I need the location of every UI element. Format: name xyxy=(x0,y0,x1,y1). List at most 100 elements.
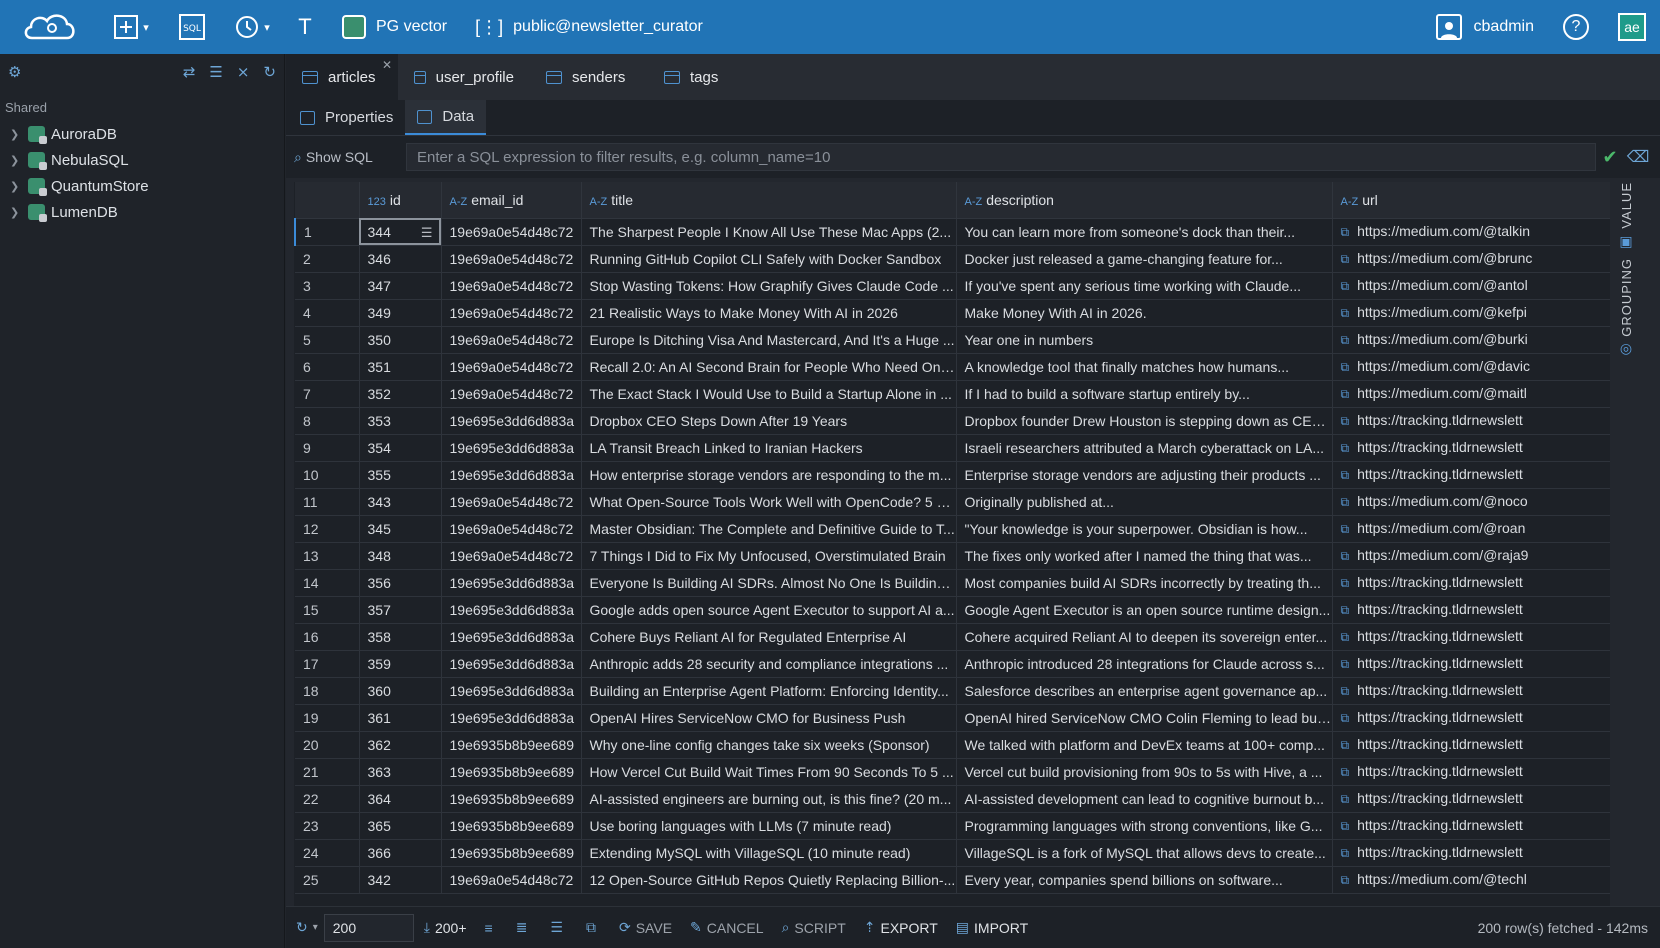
email-id-cell[interactable]: 19e69a0e54d48c72 xyxy=(441,380,582,408)
add-row-button[interactable]: ≡ xyxy=(485,920,498,936)
description-cell[interactable]: If I had to build a software startup ent… xyxy=(956,380,1333,408)
email-id-cell[interactable]: 19e695e3dd6d883a xyxy=(441,677,582,705)
column-header-id[interactable]: 123 id xyxy=(359,182,442,219)
external-link-icon[interactable]: ⧉ xyxy=(1341,738,1350,752)
external-link-icon[interactable]: ⧉ xyxy=(1341,360,1350,374)
row-number-cell[interactable]: 4 xyxy=(295,299,360,327)
email-id-cell[interactable]: 19e6935b8b9ee689 xyxy=(441,758,582,786)
chevron-right-icon[interactable]: ❯ xyxy=(10,128,28,141)
description-cell[interactable]: A knowledge tool that finally matches ho… xyxy=(956,353,1333,381)
url-cell[interactable]: ⧉ https://tracking.tldrnewslett xyxy=(1332,704,1610,732)
refresh-button[interactable]: ↻ ▾ xyxy=(296,919,318,936)
sidebar-item-auroradb[interactable]: ❯ AuroraDB xyxy=(0,121,284,147)
email-id-cell[interactable]: 19e695e3dd6d883a xyxy=(441,569,582,597)
row-number-header[interactable] xyxy=(295,182,360,219)
value-panel-icon[interactable]: ▣ xyxy=(1619,233,1632,250)
title-cell[interactable]: Europe Is Ditching Visa And Mastercard, … xyxy=(581,326,957,354)
table-row[interactable]: 19 361 19e695e3dd6d883a OpenAI Hires Servic… xyxy=(295,704,1610,732)
id-cell[interactable]: 349 xyxy=(359,299,442,327)
external-link-icon[interactable]: ⧉ xyxy=(1341,495,1350,509)
row-number-cell[interactable]: 13 xyxy=(295,542,360,570)
title-cell[interactable]: OpenAI Hires ServiceNow CMO for Business… xyxy=(581,704,957,732)
title-cell[interactable]: AI-assisted engineers are burning out, i… xyxy=(581,785,957,813)
table-row[interactable]: 12 345 19e69a0e54d48c72 Master Obsidian: Th… xyxy=(295,515,1610,543)
description-cell[interactable]: Programming languages with strong conven… xyxy=(956,812,1333,840)
row-number-cell[interactable]: 11 xyxy=(295,488,360,516)
table-row[interactable]: 4 349 19e69a0e54d48c72 21 Realistic Ways to… xyxy=(295,299,1610,327)
title-cell[interactable]: LA Transit Breach Linked to Iranian Hack… xyxy=(581,434,957,462)
external-link-icon[interactable]: ⧉ xyxy=(1341,279,1350,293)
duplicate-row-button[interactable]: ≣ xyxy=(516,919,533,936)
description-cell[interactable]: Cohere acquired Reliant AI to deepen its… xyxy=(956,623,1333,651)
email-id-cell[interactable]: 19e69a0e54d48c72 xyxy=(441,488,582,516)
column-header-email-id[interactable]: A-Z email_id xyxy=(441,182,582,219)
external-link-icon[interactable]: ⧉ xyxy=(1341,306,1350,320)
table-row[interactable]: 6 351 19e69a0e54d48c72 Recall 2.0: An AI Se… xyxy=(295,353,1610,381)
schema-selector[interactable]: [⋮] public@newsletter_curator xyxy=(461,0,717,54)
description-cell[interactable]: Most companies build AI SDRs incorrectly… xyxy=(956,569,1333,597)
external-link-icon[interactable]: ⧉ xyxy=(1341,252,1350,266)
email-id-cell[interactable]: 19e695e3dd6d883a xyxy=(441,596,582,624)
row-number-cell[interactable]: 8 xyxy=(295,407,360,435)
url-cell[interactable]: ⧉ https://medium.com/@burki xyxy=(1332,326,1610,354)
table-row[interactable]: 15 357 19e695e3dd6d883a Google adds open so… xyxy=(295,596,1610,624)
row-number-cell[interactable]: 18 xyxy=(295,677,360,705)
description-cell[interactable]: Anthropic introduced 28 integrations for… xyxy=(956,650,1333,678)
new-folder-icon[interactable]: ☰ xyxy=(209,63,222,81)
id-cell[interactable]: 347 xyxy=(359,272,442,300)
row-number-cell[interactable]: 2 xyxy=(295,245,360,273)
tab-tags[interactable]: tags xyxy=(648,54,748,100)
row-number-cell[interactable]: 17 xyxy=(295,650,360,678)
id-cell[interactable]: 345 xyxy=(359,515,442,543)
chevron-right-icon[interactable]: ❯ xyxy=(10,154,28,167)
email-id-cell[interactable]: 19e6935b8b9ee689 xyxy=(441,839,582,867)
row-number-cell[interactable]: 19 xyxy=(295,704,360,732)
url-cell[interactable]: ⧉ https://medium.com/@maitl xyxy=(1332,380,1610,408)
table-row[interactable]: 5 350 19e69a0e54d48c72 Europe Is Ditching V… xyxy=(295,326,1610,354)
title-cell[interactable]: Cohere Buys Reliant AI for Regulated Ent… xyxy=(581,623,957,651)
sidebar-item-nebulasql[interactable]: ❯ NebulaSQL xyxy=(0,147,284,173)
title-cell[interactable]: The Sharpest People I Know All Use These… xyxy=(581,218,957,246)
email-id-cell[interactable]: 19e695e3dd6d883a xyxy=(441,434,582,462)
chevron-right-icon[interactable]: ❯ xyxy=(10,180,28,193)
email-id-cell[interactable]: 19e695e3dd6d883a xyxy=(441,461,582,489)
email-id-cell[interactable]: 19e695e3dd6d883a xyxy=(441,650,582,678)
clear-filter-button[interactable]: ⌫ xyxy=(1624,147,1652,167)
id-cell[interactable]: 348 xyxy=(359,542,442,570)
title-cell[interactable]: The Exact Stack I Would Use to Build a S… xyxy=(581,380,957,408)
description-cell[interactable]: AI-assisted development can lead to cogn… xyxy=(956,785,1333,813)
title-cell[interactable]: 7 Things I Did to Fix My Unfocused, Over… xyxy=(581,542,957,570)
id-cell[interactable]: 342 xyxy=(359,866,442,894)
url-cell[interactable]: ⧉ https://tracking.tldrnewslett xyxy=(1332,407,1610,435)
description-cell[interactable]: Vercel cut build provisioning from 90s t… xyxy=(956,758,1333,786)
row-number-cell[interactable]: 23 xyxy=(295,812,360,840)
url-cell[interactable]: ⧉ https://tracking.tldrnewslett xyxy=(1332,812,1610,840)
external-link-icon[interactable]: ⧉ xyxy=(1341,684,1350,698)
table-row[interactable]: 3 347 19e69a0e54d48c72 Stop Wasting Tokens:… xyxy=(295,272,1610,300)
external-link-icon[interactable]: ⧉ xyxy=(1341,819,1350,833)
id-cell[interactable]: 352 xyxy=(359,380,442,408)
id-cell[interactable]: 358 xyxy=(359,623,442,651)
tab-articles[interactable]: articles ✕ xyxy=(286,54,398,100)
row-number-cell[interactable]: 16 xyxy=(295,623,360,651)
collapse-all-icon[interactable]: ⨯ xyxy=(237,63,250,81)
email-id-cell[interactable]: 19e69a0e54d48c72 xyxy=(441,272,582,300)
external-link-icon[interactable]: ⧉ xyxy=(1341,387,1350,401)
table-row[interactable]: 24 366 19e6935b8b9ee689 Extending MySQL wit… xyxy=(295,839,1610,867)
value-panel-tab[interactable]: VALUE xyxy=(1619,182,1634,229)
delete-row-button[interactable]: ☰ xyxy=(550,919,568,936)
row-number-cell[interactable]: 24 xyxy=(295,839,360,867)
table-row[interactable]: 20 362 19e6935b8b9ee689 Why one-line config… xyxy=(295,731,1610,759)
table-row[interactable]: 10 355 19e695e3dd6d883a How enterprise stor… xyxy=(295,461,1610,489)
external-link-icon[interactable]: ⧉ xyxy=(1341,873,1350,887)
table-row[interactable]: 11 343 19e69a0e54d48c72 What Open-Source To… xyxy=(295,488,1610,516)
email-id-cell[interactable]: 19e695e3dd6d883a xyxy=(441,623,582,651)
url-cell[interactable]: ⧉ https://medium.com/@talkin xyxy=(1332,218,1610,246)
row-number-cell[interactable]: 25 xyxy=(295,866,360,894)
table-row[interactable]: 22 364 19e6935b8b9ee689 AI-assisted enginee… xyxy=(295,785,1610,813)
title-cell[interactable]: Extending MySQL with VillageSQL (10 minu… xyxy=(581,839,957,867)
app-switcher-button[interactable]: ae xyxy=(1604,0,1660,54)
description-cell[interactable]: Docker just released a game-changing fea… xyxy=(956,245,1333,273)
title-cell[interactable]: How enterprise storage vendors are respo… xyxy=(581,461,957,489)
description-cell[interactable]: If you've spent any serious time working… xyxy=(956,272,1333,300)
